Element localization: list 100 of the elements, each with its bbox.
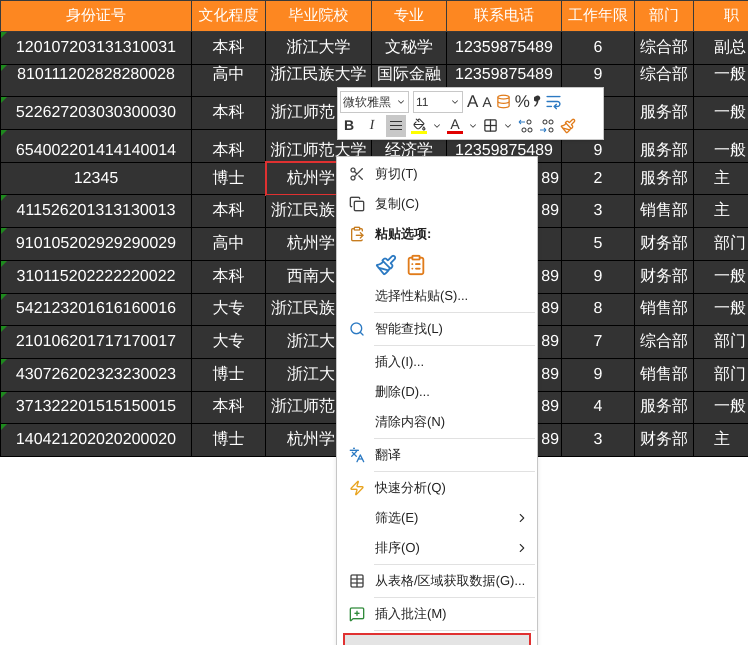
table-cell: 一般 [694, 391, 748, 424]
table-cell: 310115202222220022 [0, 260, 192, 293]
table-cell: 主 [694, 162, 748, 195]
table-cell: 一般 [694, 130, 748, 162]
error-indicator-icon [1, 424, 7, 430]
table-icon [349, 573, 365, 589]
column-header: 工作年限 [562, 0, 634, 32]
table-cell: 4 [562, 391, 634, 424]
menu-section-title: 粘贴选项: [375, 225, 432, 244]
comma-icon[interactable] [534, 95, 541, 108]
menu-item[interactable]: 复制(C) [375, 194, 420, 214]
table-cell: 部门 [694, 326, 748, 358]
table-cell: 财务部 [634, 260, 694, 293]
table-cell: 主 [694, 424, 748, 456]
table-cell: 博士 [192, 358, 266, 392]
error-indicator-icon [1, 64, 7, 71]
table-cell: 910105202929290029 [0, 228, 192, 260]
menu-item[interactable]: 快速分析(Q) [375, 478, 446, 498]
table-cell: 12359875489 [446, 32, 562, 64]
table-cell: 522627203030300030 [0, 96, 192, 130]
table-cell: 综合部 [634, 64, 694, 97]
borders-icon[interactable] [483, 118, 498, 133]
error-indicator-icon [1, 326, 7, 332]
error-indicator-icon [1, 358, 7, 365]
table-cell: 120107203131310031 [0, 32, 192, 64]
translate-icon [349, 447, 365, 463]
table-cell: 大专 [192, 293, 266, 326]
table-cell: 9 [562, 260, 634, 293]
menu-item[interactable]: 插入批注(M) [375, 604, 446, 624]
table-cell: 服务部 [634, 162, 694, 195]
table-cell: 654002201414140014 [0, 130, 192, 162]
table-cell: 部门 [694, 228, 748, 260]
table-cell: 8 [562, 293, 634, 326]
search-icon [349, 321, 365, 337]
table-cell: 3 [562, 194, 634, 228]
table-cell: 542123201616160016 [0, 293, 192, 326]
column-header: 毕业院校 [266, 0, 372, 32]
table-cell: 9 [562, 358, 634, 392]
table-cell: 博士 [192, 162, 266, 195]
scissors-icon [349, 166, 365, 182]
table-cell: 大专 [192, 326, 266, 358]
menu-item[interactable]: 筛选(E) [375, 508, 418, 528]
menu-item[interactable]: 智能查找(L) [375, 319, 443, 339]
column-header: 职 [694, 0, 748, 32]
table-cell: 销售部 [634, 358, 694, 392]
decimal-increase-icon[interactable] [518, 118, 534, 134]
table-cell: 一般 [694, 293, 748, 326]
menu-item[interactable]: 清除内容(N) [375, 412, 446, 432]
font-dropdown[interactable]: 微软雅黑 [340, 90, 409, 112]
table-cell: 服务部 [634, 96, 694, 130]
paste-formatting-icon[interactable] [375, 254, 397, 276]
table-cell: 一般 [694, 64, 748, 97]
table-cell: 销售部 [634, 194, 694, 228]
menu-item[interactable]: 从表格/区域获取数据(G)... [375, 571, 526, 591]
table-cell: 7 [562, 326, 634, 358]
wrap-icon[interactable] [544, 93, 562, 110]
table-cell: 371322201515150015 [0, 391, 192, 424]
column-header: 身份证号 [0, 0, 192, 32]
table-cell: 本科 [192, 260, 266, 293]
center-align-button[interactable] [386, 114, 406, 136]
error-indicator-icon [1, 260, 7, 267]
table-cell: 浙江大学 [266, 32, 372, 64]
table-cell: 主 [694, 194, 748, 228]
table-cell: 430726202323230023 [0, 358, 192, 392]
lightning-icon [349, 480, 365, 496]
column-header: 联系电话 [446, 0, 562, 32]
shrink-font-button[interactable]: A [482, 94, 492, 108]
table-cell: 2 [562, 162, 634, 195]
table-cell: 6 [562, 32, 634, 64]
menu-item[interactable]: 删除(D)... [375, 382, 430, 402]
table-cell: 一般 [694, 96, 748, 130]
error-indicator-icon [1, 228, 7, 234]
table-cell: 高中 [192, 228, 266, 260]
paste-values-icon[interactable] [405, 254, 427, 276]
clipboard-icon [349, 226, 365, 242]
table-cell: 本科 [192, 391, 266, 424]
column-header: 部门 [634, 0, 694, 32]
table-cell: 文秘学 [372, 32, 446, 64]
decimal-decrease-icon[interactable] [539, 118, 555, 134]
table-cell: 博士 [192, 424, 266, 456]
table-cell: 本科 [192, 32, 266, 64]
table-cell: 810111202828280028 [0, 64, 192, 97]
table-cell: 综合部 [634, 32, 694, 64]
format-painter-icon[interactable] [560, 118, 576, 134]
menu-item[interactable]: 排序(O) [375, 538, 420, 558]
fill-color-icon[interactable] [411, 118, 427, 134]
menu-item[interactable]: 翻译 [375, 445, 401, 465]
table-cell: 3 [562, 424, 634, 456]
table-cell: 210106201717170017 [0, 326, 192, 358]
table-cell: 5 [562, 228, 634, 260]
table-cell: 财务部 [634, 424, 694, 456]
menu-item[interactable]: 插入(I)... [375, 352, 424, 372]
error-indicator-icon [1, 97, 7, 104]
table-cell: 销售部 [634, 293, 694, 326]
error-indicator-icon [1, 130, 7, 136]
menu-item[interactable]: 剪切(T) [375, 164, 418, 184]
font-size-dropdown[interactable]: 11 [413, 90, 463, 112]
copy-icon [349, 196, 365, 212]
error-indicator-icon [1, 392, 7, 398]
column-header: 专业 [372, 0, 446, 32]
